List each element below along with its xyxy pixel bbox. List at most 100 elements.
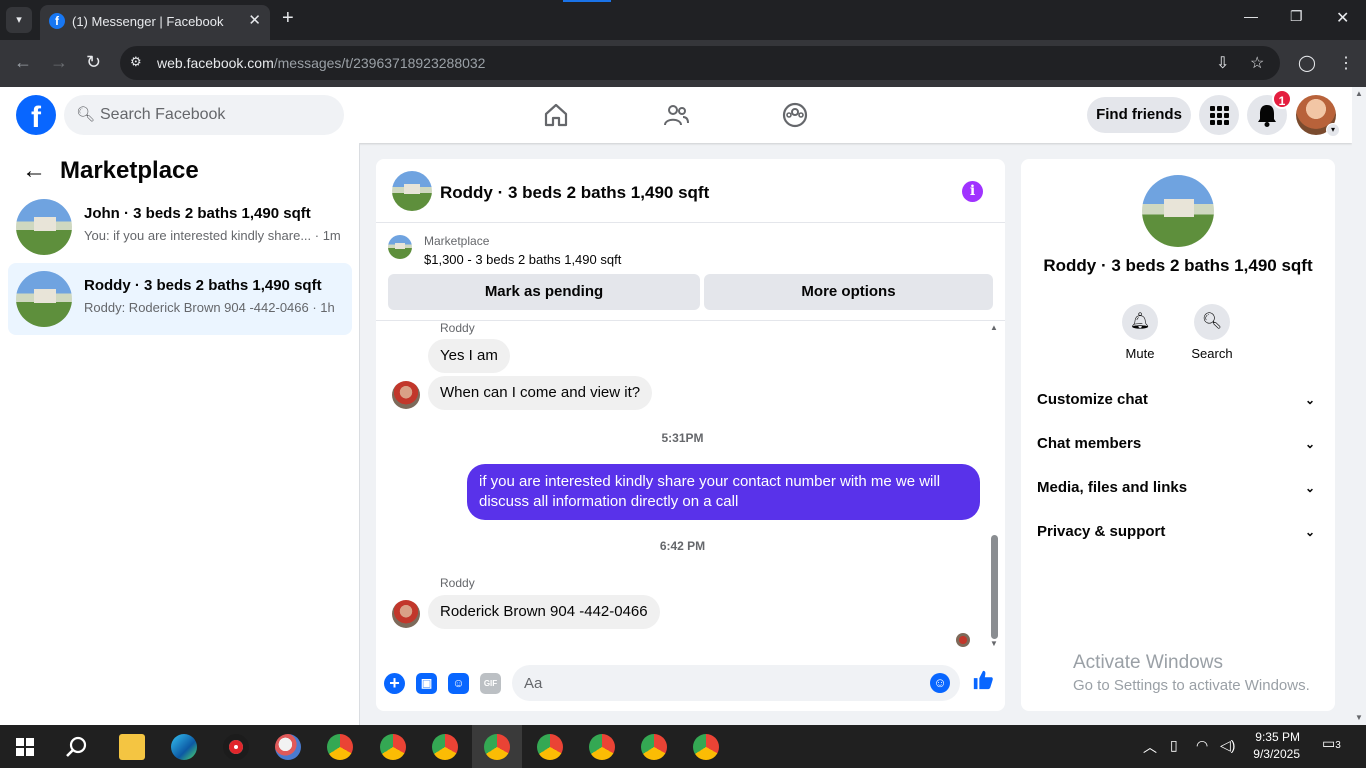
panel-title-text: Marketplace [60, 157, 199, 184]
chrome-profile-icon[interactable] [380, 734, 406, 760]
windows-start-icon[interactable] [16, 738, 34, 756]
sender-avatar[interactable] [392, 600, 420, 628]
search-placeholder: Search Facebook [100, 106, 226, 123]
menu-grid-button[interactable] [1199, 95, 1239, 135]
file-explorer-icon[interactable] [119, 734, 145, 760]
profile-icon[interactable]: ◯ [1298, 53, 1316, 73]
photo-icon[interactable]: ▣ [416, 673, 437, 694]
grid-icon [1210, 106, 1229, 125]
install-app-icon[interactable]: ⇩ [1216, 53, 1229, 73]
message-scrollbar[interactable]: ▲ ▼ [990, 323, 998, 648]
incoming-message[interactable]: Yes I am [428, 339, 510, 373]
scroll-down-icon[interactable]: ▼ [990, 639, 998, 648]
reload-button[interactable]: ↻ [86, 52, 101, 73]
system-clock[interactable]: 9:35 PM 9/3/2025 [1250, 729, 1300, 763]
chevron-up-icon[interactable]: ︿ [1143, 737, 1157, 757]
chat-thumbnail[interactable] [392, 171, 432, 211]
restore-button[interactable]: ❐ [1290, 8, 1303, 25]
scroll-up-icon[interactable]: ▲ [1355, 89, 1363, 98]
tab-search-button[interactable]: ▾ [6, 7, 32, 33]
facebook-search-input[interactable]: 🔍︎ Search Facebook [64, 95, 344, 135]
recorder-icon[interactable] [223, 734, 249, 760]
back-button[interactable]: ← [14, 52, 32, 73]
outgoing-message[interactable]: if you are interested kindly share your … [467, 464, 980, 520]
emoji-icon[interactable]: ☺ [930, 673, 950, 693]
new-tab-button[interactable]: + [282, 7, 294, 30]
message-timestamp: 6:42 PM [659, 539, 706, 553]
app-icon[interactable] [275, 734, 301, 760]
sender-avatar[interactable] [392, 381, 420, 409]
incoming-message[interactable]: When can I come and view it? [428, 376, 653, 410]
chrome-icon[interactable] [327, 734, 353, 760]
incoming-message[interactable]: Roderick Brown 904 -442-0466 [428, 595, 660, 629]
marketplace-listing-bar: Marketplace $1,300 - 3 beds 2 baths 1,49… [376, 223, 1005, 321]
info-icon[interactable]: i [962, 181, 983, 202]
chrome-menu-icon[interactable]: ⋮ [1338, 53, 1354, 73]
mute-button[interactable]: 🔔︎ Mute [1110, 304, 1170, 361]
chevron-down-icon: ▾ [1326, 123, 1340, 137]
mark-as-pending-button[interactable]: Mark as pending [388, 274, 700, 310]
site-settings-icon[interactable]: ⚙ [130, 54, 142, 70]
chrome-profile-icon[interactable] [641, 734, 667, 760]
conversation-list-panel: ← Marketplace John · 3 beds 2 baths 1,490… [0, 143, 360, 725]
thumbs-up-icon[interactable] [972, 669, 994, 697]
plus-icon[interactable]: + [384, 673, 405, 694]
home-icon[interactable] [542, 101, 570, 129]
back-arrow-icon[interactable]: ← [22, 157, 46, 184]
message-input[interactable]: Aa ☺ [512, 665, 960, 701]
conversation-name: Roddy · 3 beds 2 baths 1,490 sqft [84, 277, 322, 294]
listing-photo[interactable] [1142, 175, 1214, 247]
notification-center-icon[interactable]: ▭3 [1322, 735, 1341, 752]
mute-label: Mute [1125, 346, 1155, 361]
chrome-icon[interactable] [693, 734, 719, 760]
facebook-logo-icon[interactable]: f [16, 95, 56, 135]
message-thread: Roddy Yes I am When can I come and view … [376, 321, 1005, 659]
chat-members-row[interactable]: Chat members ⌄ [1037, 422, 1319, 466]
wifi-icon[interactable]: ◠ [1196, 737, 1208, 754]
listing-price[interactable]: $1,300 - 3 beds 2 baths 1,490 sqft [424, 252, 621, 267]
sticker-icon[interactable]: ☺ [448, 673, 469, 694]
chrome-profile-icon[interactable] [537, 734, 563, 760]
media-files-links-row[interactable]: Media, files and links ⌄ [1037, 466, 1319, 510]
search-label: Search [1191, 346, 1233, 361]
chrome-profile-icon[interactable] [484, 734, 510, 760]
page-scrollbar[interactable]: ▲ ▼ [1352, 87, 1366, 725]
minimize-button[interactable]: — [1244, 8, 1258, 24]
watermark-line2: Go to Settings to activate Windows. [1073, 677, 1310, 694]
device-icon[interactable]: ▯ [1170, 737, 1178, 754]
address-bar[interactable]: ⚙ web.facebook.com/messages/t/2396371892… [120, 46, 1280, 80]
scrollbar-thumb[interactable] [991, 535, 998, 639]
message-composer: + ▣ ☺ GIF Aa ☺ [376, 659, 1005, 711]
browser-tab[interactable]: f (1) Messenger | Facebook ✕ [40, 5, 270, 40]
scroll-down-icon[interactable]: ▼ [1355, 713, 1363, 722]
chrome-profile-icon[interactable] [432, 734, 458, 760]
clock-time: 9:35 PM [1255, 730, 1300, 744]
listing-thumbnail [16, 271, 72, 327]
groups-icon[interactable] [781, 101, 809, 129]
privacy-support-row[interactable]: Privacy & support ⌄ [1037, 510, 1319, 554]
bookmark-star-icon[interactable]: ☆ [1250, 53, 1264, 73]
forward-button[interactable]: → [50, 52, 68, 73]
conversation-item-roddy[interactable]: Roddy · 3 beds 2 baths 1,490 sqft Roddy:… [8, 263, 352, 335]
find-friends-button[interactable]: Find friends [1087, 97, 1191, 133]
close-window-button[interactable]: ✕ [1336, 8, 1349, 28]
account-avatar[interactable]: ▾ [1296, 95, 1340, 137]
search-icon[interactable] [65, 735, 89, 759]
close-tab-icon[interactable]: ✕ [248, 11, 261, 29]
scroll-up-icon[interactable]: ▲ [990, 323, 998, 332]
listing-thumbnail[interactable] [388, 235, 412, 259]
chrome-profile-icon[interactable] [589, 734, 615, 760]
edge-icon[interactable] [171, 734, 197, 760]
more-options-button[interactable]: More options [704, 274, 993, 310]
customize-chat-row[interactable]: Customize chat ⌄ [1037, 378, 1319, 422]
sender-name: Roddy [440, 576, 475, 590]
search-in-chat-button[interactable]: 🔍︎ Search [1182, 304, 1242, 361]
volume-icon[interactable]: ◁) [1220, 737, 1235, 754]
conversation-item-john[interactable]: John · 3 beds 2 baths 1,490 sqft You: if… [8, 191, 352, 263]
chat-title[interactable]: Roddy · 3 beds 2 baths 1,490 sqft [440, 183, 709, 203]
friends-icon[interactable] [662, 101, 690, 129]
gif-icon[interactable]: GIF [480, 673, 501, 694]
url-path: /messages/t/23963718923288032 [273, 55, 486, 71]
browser-tab-bar: ▾ f (1) Messenger | Facebook ✕ + — ❐ ✕ [0, 0, 1366, 40]
notification-count: 3 [1335, 740, 1341, 751]
